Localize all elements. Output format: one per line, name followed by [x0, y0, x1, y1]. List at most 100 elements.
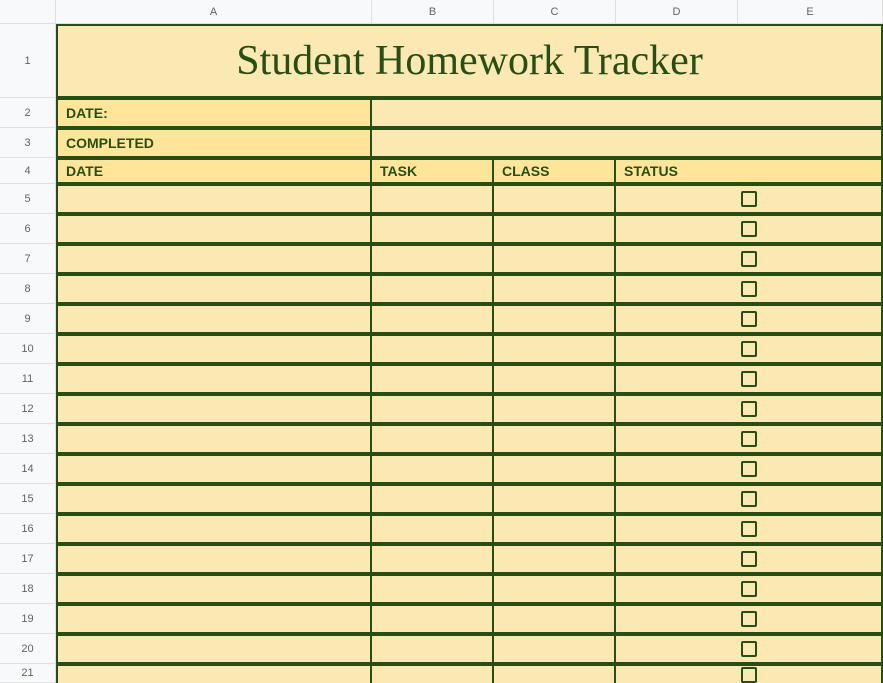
cell-date[interactable]: [56, 544, 372, 574]
checkbox-icon[interactable]: [741, 371, 757, 387]
cell-date[interactable]: [56, 484, 372, 514]
cell-date[interactable]: [56, 334, 372, 364]
cell-status[interactable]: [616, 214, 883, 244]
cell-status[interactable]: [616, 274, 883, 304]
row-header-18[interactable]: 18: [0, 574, 56, 604]
cell-task[interactable]: [372, 484, 494, 514]
date-label-cell[interactable]: DATE:: [56, 98, 372, 128]
checkbox-icon[interactable]: [741, 281, 757, 297]
cell-status[interactable]: [616, 604, 883, 634]
row-header-19[interactable]: 19: [0, 604, 56, 634]
cell-date[interactable]: [56, 364, 372, 394]
row-header-3[interactable]: 3: [0, 128, 56, 158]
cell-task[interactable]: [372, 544, 494, 574]
row-header-14[interactable]: 14: [0, 454, 56, 484]
cell-task[interactable]: [372, 214, 494, 244]
cell-date[interactable]: [56, 394, 372, 424]
checkbox-icon[interactable]: [741, 521, 757, 537]
checkbox-icon[interactable]: [741, 221, 757, 237]
cell-task[interactable]: [372, 424, 494, 454]
header-class[interactable]: CLASS: [494, 158, 616, 184]
row-header-8[interactable]: 8: [0, 274, 56, 304]
header-date[interactable]: DATE: [56, 158, 372, 184]
cell-class[interactable]: [494, 634, 616, 664]
column-header-a[interactable]: A: [56, 0, 372, 23]
row-header-10[interactable]: 10: [0, 334, 56, 364]
checkbox-icon[interactable]: [741, 401, 757, 417]
row-header-5[interactable]: 5: [0, 184, 56, 214]
row-header-1[interactable]: 1: [0, 24, 56, 98]
column-header-e[interactable]: E: [738, 0, 883, 23]
row-header-11[interactable]: 11: [0, 364, 56, 394]
cell-date[interactable]: [56, 424, 372, 454]
row-header-13[interactable]: 13: [0, 424, 56, 454]
cell-class[interactable]: [494, 514, 616, 544]
cell-status[interactable]: [616, 484, 883, 514]
checkbox-icon[interactable]: [741, 251, 757, 267]
checkbox-icon[interactable]: [741, 191, 757, 207]
column-header-c[interactable]: C: [494, 0, 616, 23]
cell-class[interactable]: [494, 574, 616, 604]
date-value-cell[interactable]: [372, 98, 883, 128]
cell-class[interactable]: [494, 454, 616, 484]
completed-value-cell[interactable]: [372, 128, 883, 158]
cell-date[interactable]: [56, 604, 372, 634]
cell-date[interactable]: [56, 574, 372, 604]
row-header-16[interactable]: 16: [0, 514, 56, 544]
checkbox-icon[interactable]: [741, 431, 757, 447]
cell-task[interactable]: [372, 334, 494, 364]
cell-class[interactable]: [494, 244, 616, 274]
checkbox-icon[interactable]: [741, 311, 757, 327]
checkbox-icon[interactable]: [741, 491, 757, 507]
cell-class[interactable]: [494, 664, 616, 683]
cell-task[interactable]: [372, 244, 494, 274]
cell-date[interactable]: [56, 184, 372, 214]
row-header-7[interactable]: 7: [0, 244, 56, 274]
cell-date[interactable]: [56, 214, 372, 244]
cell-class[interactable]: [494, 364, 616, 394]
cell-date[interactable]: [56, 244, 372, 274]
cell-date[interactable]: [56, 454, 372, 484]
completed-label-cell[interactable]: COMPLETED: [56, 128, 372, 158]
cell-date[interactable]: [56, 274, 372, 304]
cell-status[interactable]: [616, 334, 883, 364]
row-header-9[interactable]: 9: [0, 304, 56, 334]
cell-date[interactable]: [56, 514, 372, 544]
cell-task[interactable]: [372, 364, 494, 394]
cell-class[interactable]: [494, 484, 616, 514]
cell-task[interactable]: [372, 274, 494, 304]
cell-class[interactable]: [494, 304, 616, 334]
cell-status[interactable]: [616, 634, 883, 664]
cell-status[interactable]: [616, 664, 883, 683]
cell-task[interactable]: [372, 454, 494, 484]
select-all-corner[interactable]: [0, 0, 56, 23]
cell-class[interactable]: [494, 544, 616, 574]
cell-date[interactable]: [56, 304, 372, 334]
cell-status[interactable]: [616, 304, 883, 334]
row-header-17[interactable]: 17: [0, 544, 56, 574]
cell-task[interactable]: [372, 634, 494, 664]
cell-date[interactable]: [56, 634, 372, 664]
checkbox-icon[interactable]: [741, 667, 757, 683]
cell-class[interactable]: [494, 274, 616, 304]
cell-class[interactable]: [494, 394, 616, 424]
cell-class[interactable]: [494, 334, 616, 364]
header-status[interactable]: STATUS: [616, 158, 883, 184]
cell-status[interactable]: [616, 544, 883, 574]
row-header-21[interactable]: 21: [0, 664, 56, 683]
cell-task[interactable]: [372, 604, 494, 634]
cell-status[interactable]: [616, 424, 883, 454]
cell-date[interactable]: [56, 664, 372, 683]
row-header-4[interactable]: 4: [0, 158, 56, 184]
cell-status[interactable]: [616, 574, 883, 604]
checkbox-icon[interactable]: [741, 581, 757, 597]
row-header-12[interactable]: 12: [0, 394, 56, 424]
cell-task[interactable]: [372, 574, 494, 604]
row-header-6[interactable]: 6: [0, 214, 56, 244]
column-header-d[interactable]: D: [616, 0, 738, 23]
cell-class[interactable]: [494, 184, 616, 214]
checkbox-icon[interactable]: [741, 341, 757, 357]
cell-status[interactable]: [616, 394, 883, 424]
cell-status[interactable]: [616, 514, 883, 544]
cell-status[interactable]: [616, 454, 883, 484]
